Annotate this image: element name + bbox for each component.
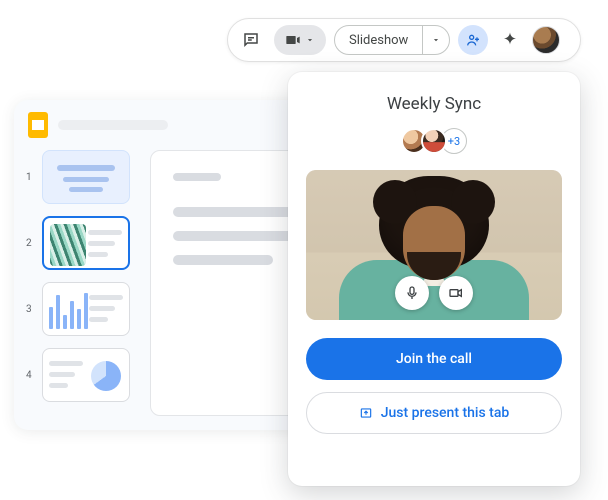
slides-logo-icon xyxy=(28,112,48,138)
chevron-down-icon xyxy=(431,35,441,45)
thumbnail-number: 3 xyxy=(26,304,34,315)
present-tab-button[interactable]: Just present this tab xyxy=(306,392,562,434)
thumbnail-number: 4 xyxy=(26,370,34,381)
thumbnail-number: 1 xyxy=(26,172,34,183)
thumbnail-row: 4 xyxy=(26,348,134,402)
present-tab-label: Just present this tab xyxy=(381,405,510,421)
meet-panel: Weekly Sync +3 Join the call Just presen… xyxy=(288,72,580,486)
slideshow-button[interactable]: Slideshow xyxy=(335,26,423,54)
slideshow-dropdown-button[interactable] xyxy=(423,26,449,54)
gemini-button[interactable] xyxy=(496,26,524,54)
person-add-icon xyxy=(465,32,481,48)
join-call-button[interactable]: Join the call xyxy=(306,338,562,380)
microphone-toggle-button[interactable] xyxy=(395,276,429,310)
document-title-placeholder[interactable] xyxy=(58,120,168,130)
participant-avatar[interactable] xyxy=(421,128,447,154)
share-button[interactable] xyxy=(458,25,488,55)
video-preview xyxy=(306,170,562,320)
microphone-icon xyxy=(404,285,420,301)
video-controls xyxy=(395,276,473,310)
participants-row: +3 xyxy=(401,128,467,154)
camera-toggle-button[interactable] xyxy=(439,276,473,310)
thumbnail-row: 1 xyxy=(26,150,134,204)
slide-thumbnail-4[interactable] xyxy=(42,348,130,402)
slide-thumbnails: 1 2 3 4 xyxy=(26,150,134,416)
slideshow-button-group: Slideshow xyxy=(334,25,450,55)
meeting-title: Weekly Sync xyxy=(387,94,481,114)
comment-icon xyxy=(242,31,260,49)
slide-thumbnail-3[interactable] xyxy=(42,282,130,336)
video-camera-icon xyxy=(448,285,464,301)
thumbnail-row: 2 xyxy=(26,216,134,270)
account-avatar[interactable] xyxy=(532,26,560,54)
thumbnail-number: 2 xyxy=(26,238,34,249)
chevron-down-icon xyxy=(305,35,315,45)
thumbnail-row: 3 xyxy=(26,282,134,336)
video-camera-icon xyxy=(285,32,301,48)
slide-thumbnail-1[interactable] xyxy=(42,150,130,204)
present-tab-icon xyxy=(359,406,373,420)
top-toolbar: Slideshow xyxy=(227,18,581,62)
video-call-button[interactable] xyxy=(274,25,326,55)
comments-button[interactable] xyxy=(236,25,266,55)
sparkle-icon xyxy=(501,31,519,49)
slide-thumbnail-2[interactable] xyxy=(42,216,130,270)
